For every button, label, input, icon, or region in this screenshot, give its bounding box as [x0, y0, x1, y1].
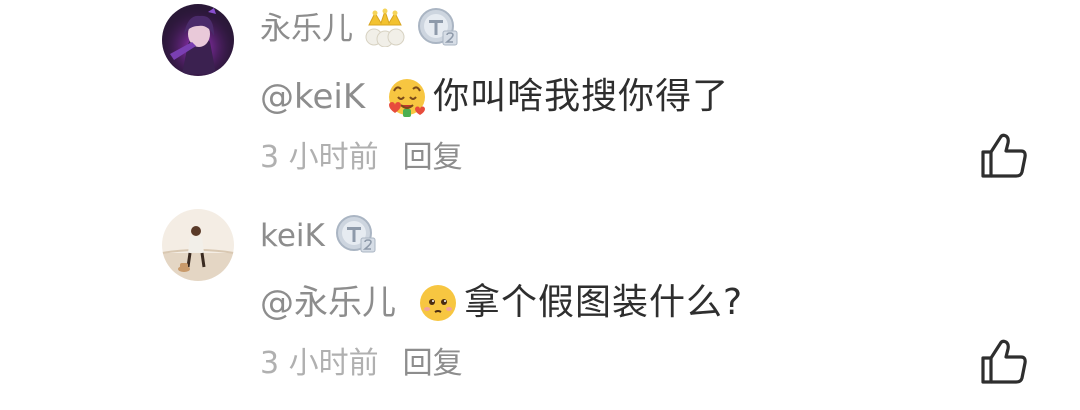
reply-button[interactable]: 回复 — [403, 342, 463, 386]
username[interactable]: 永乐儿 — [260, 7, 353, 51]
avatar[interactable] — [162, 4, 234, 76]
like-button[interactable] — [978, 336, 1030, 388]
avatar[interactable] — [162, 209, 234, 281]
comment-footer: 3 小时前 回复 — [260, 342, 463, 386]
thumbs-up-icon — [981, 339, 1027, 384]
pleading-face-icon — [416, 281, 460, 325]
username[interactable]: keiK — [260, 214, 325, 258]
comment-header: 永乐儿 — [260, 7, 459, 51]
comment-item: 永乐儿 @keiK 你叫啥我搜你得了 3 小时前 回复 — [0, 0, 1080, 200]
thumbs-up-icon — [981, 133, 1027, 178]
mention-link[interactable]: @keiK — [260, 70, 365, 124]
level-badge-t2-icon — [417, 7, 459, 51]
comment-footer: 3 小时前 回复 — [260, 136, 463, 180]
timestamp: 3 小时前 — [260, 140, 379, 175]
comment-text: 拿个假图装什么? — [464, 282, 744, 323]
like-button[interactable] — [978, 130, 1030, 182]
mention-link[interactable]: @永乐儿 — [260, 276, 396, 330]
comment-text: 你叫啥我搜你得了 — [433, 76, 730, 117]
comment-item: keiK @永乐儿 拿个假图装什么? 3 小时前 回复 — [0, 200, 1080, 410]
crown-badge-icon — [363, 7, 407, 51]
smiling-face-with-hearts-icon — [385, 75, 429, 119]
timestamp: 3 小时前 — [260, 346, 379, 381]
reply-button[interactable]: 回复 — [403, 136, 463, 180]
level-badge-t2-icon — [335, 214, 377, 258]
comment-body[interactable]: @keiK 你叫啥我搜你得了 — [260, 70, 729, 124]
comment-header: keiK — [260, 214, 377, 258]
comment-body[interactable]: @永乐儿 拿个假图装什么? — [260, 276, 743, 330]
